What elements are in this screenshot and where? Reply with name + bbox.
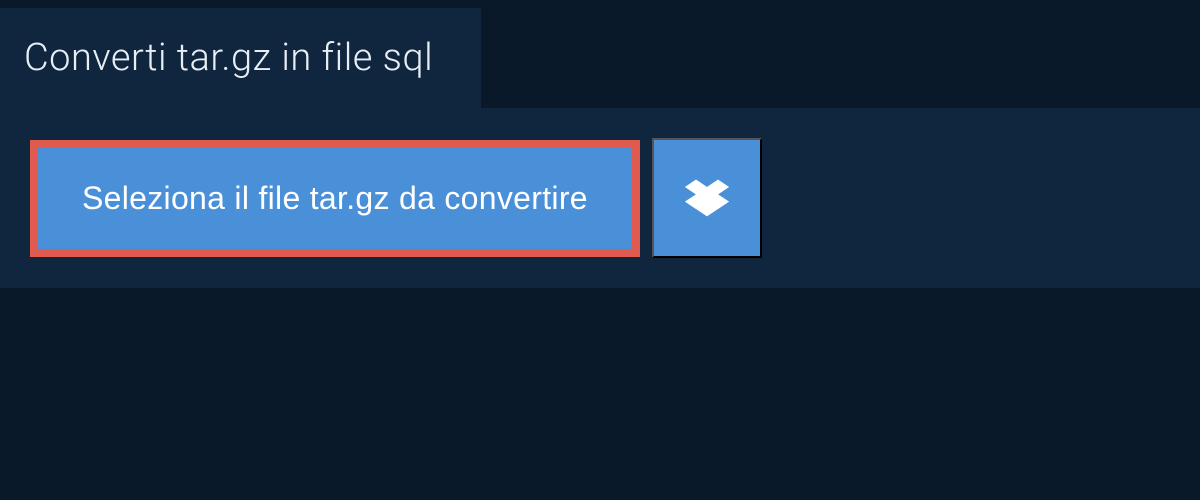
dropbox-button[interactable]	[652, 138, 762, 258]
page-header-tab: Converti tar.gz in file sql	[0, 8, 481, 108]
dropbox-icon	[685, 176, 729, 220]
upload-panel: Seleziona il file tar.gz da convertire	[0, 108, 1200, 288]
page-title: Converti tar.gz in file sql	[24, 36, 433, 80]
select-file-button[interactable]: Seleziona il file tar.gz da convertire	[30, 140, 640, 257]
